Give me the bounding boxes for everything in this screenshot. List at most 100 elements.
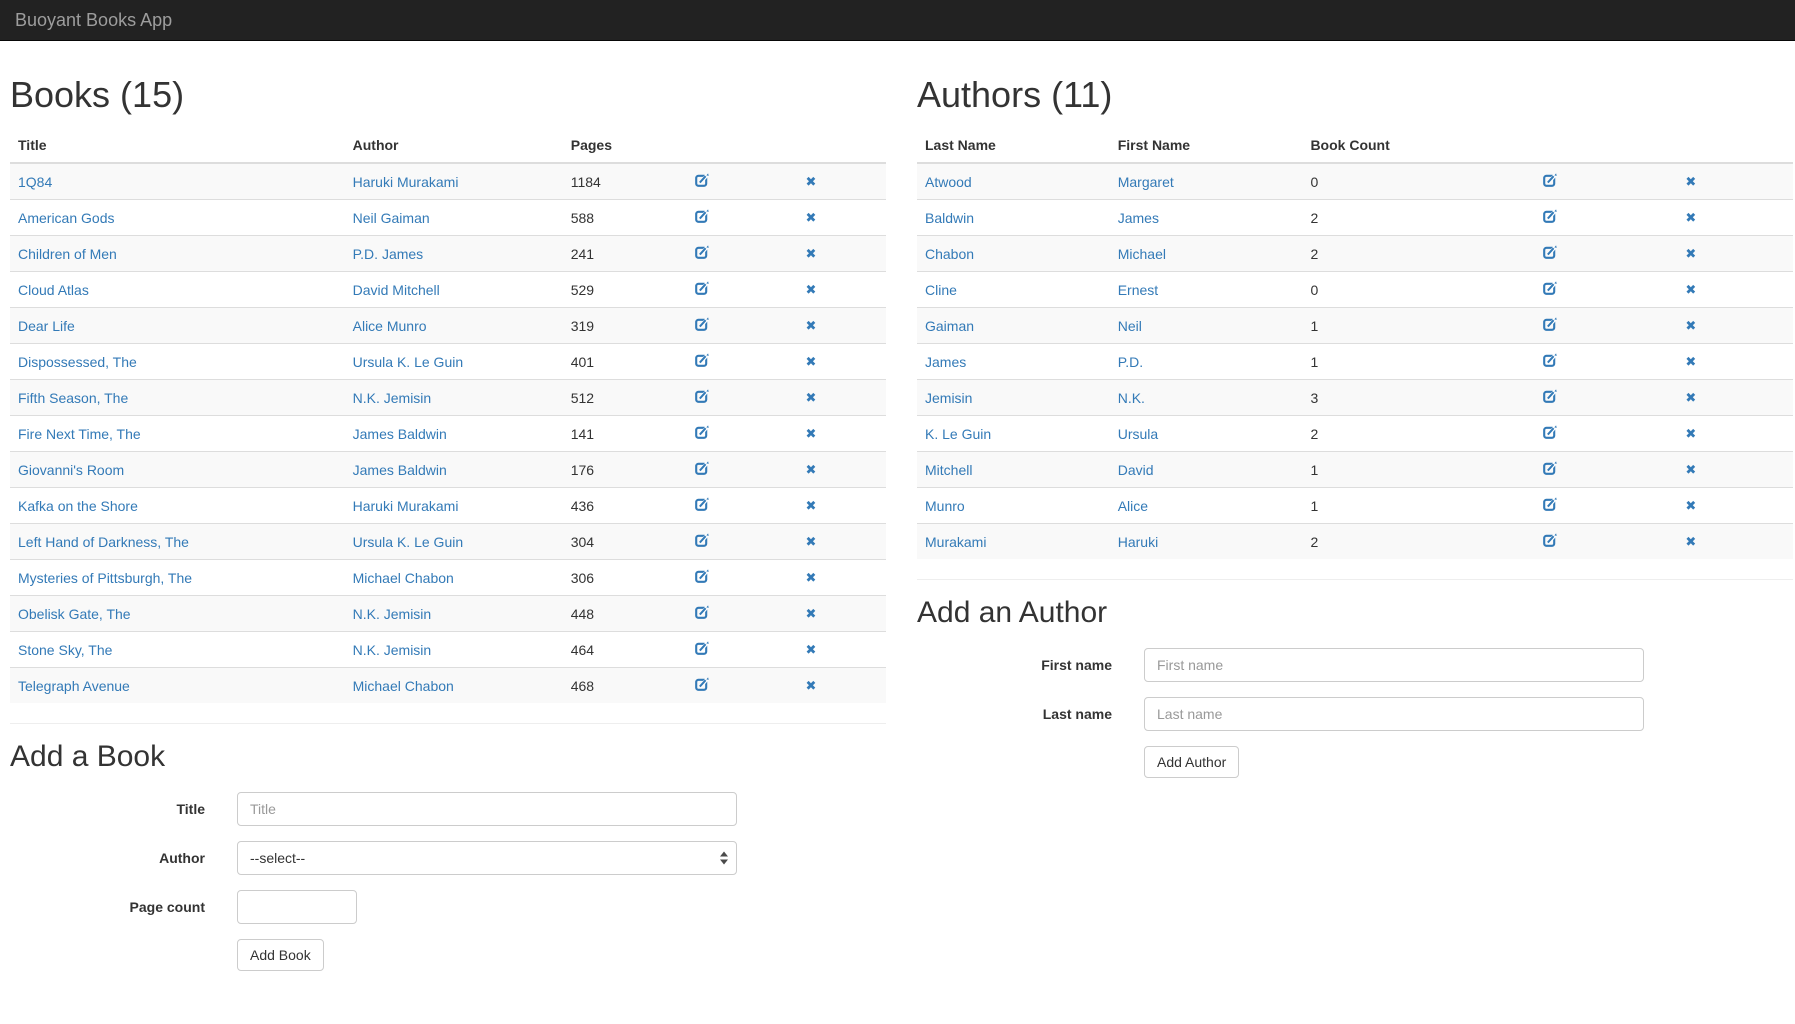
edit-book-icon[interactable] [695, 569, 709, 583]
book-title-link[interactable]: American Gods [18, 210, 114, 226]
edit-book-icon[interactable] [695, 641, 709, 655]
edit-book-icon[interactable] [695, 317, 709, 331]
edit-author-icon[interactable] [1543, 245, 1557, 259]
book-title-link[interactable]: Dear Life [18, 318, 75, 334]
edit-author-icon[interactable] [1543, 533, 1557, 547]
book-author-link[interactable]: Neil Gaiman [353, 210, 430, 226]
author-lastname-link[interactable]: Jemisin [925, 390, 972, 406]
author-firstname-link[interactable]: Margaret [1118, 174, 1174, 190]
delete-author-icon[interactable]: ✖ [1685, 247, 1696, 262]
author-firstname-link[interactable]: N.K. [1118, 390, 1145, 406]
delete-book-icon[interactable]: ✖ [806, 463, 817, 478]
edit-book-icon[interactable] [695, 461, 709, 475]
edit-book-icon[interactable] [695, 677, 709, 691]
author-lastname-input[interactable] [1144, 697, 1644, 731]
app-brand[interactable]: Buoyant Books App [0, 0, 187, 41]
edit-book-icon[interactable] [695, 389, 709, 403]
author-lastname-link[interactable]: Murakami [925, 534, 986, 550]
edit-book-icon[interactable] [695, 245, 709, 259]
author-firstname-link[interactable]: Michael [1118, 246, 1166, 262]
book-title-link[interactable]: Obelisk Gate, The [18, 606, 131, 622]
book-title-link[interactable]: Cloud Atlas [18, 282, 89, 298]
author-firstname-link[interactable]: Ursula [1118, 426, 1158, 442]
delete-book-icon[interactable]: ✖ [806, 571, 817, 586]
edit-book-icon[interactable] [695, 353, 709, 367]
author-lastname-link[interactable]: Chabon [925, 246, 974, 262]
book-author-link[interactable]: Michael Chabon [353, 678, 454, 694]
delete-author-icon[interactable]: ✖ [1685, 283, 1696, 298]
book-author-link[interactable]: Michael Chabon [353, 570, 454, 586]
book-author-link[interactable]: N.K. Jemisin [353, 390, 432, 406]
book-author-link[interactable]: N.K. Jemisin [353, 606, 432, 622]
author-lastname-link[interactable]: Atwood [925, 174, 972, 190]
book-title-link[interactable]: Children of Men [18, 246, 117, 262]
book-author-link[interactable]: Haruki Murakami [353, 174, 459, 190]
author-firstname-input[interactable] [1144, 648, 1644, 682]
delete-book-icon[interactable]: ✖ [806, 499, 817, 514]
delete-book-icon[interactable]: ✖ [806, 175, 817, 190]
delete-book-icon[interactable]: ✖ [806, 643, 817, 658]
book-title-link[interactable]: Stone Sky, The [18, 642, 112, 658]
delete-author-icon[interactable]: ✖ [1685, 355, 1696, 370]
edit-book-icon[interactable] [695, 281, 709, 295]
author-firstname-link[interactable]: Haruki [1118, 534, 1158, 550]
delete-book-icon[interactable]: ✖ [806, 391, 817, 406]
book-author-link[interactable]: N.K. Jemisin [353, 642, 432, 658]
delete-book-icon[interactable]: ✖ [806, 427, 817, 442]
delete-book-icon[interactable]: ✖ [806, 355, 817, 370]
book-title-link[interactable]: 1Q84 [18, 174, 52, 190]
book-author-link[interactable]: James Baldwin [353, 426, 447, 442]
author-firstname-link[interactable]: Ernest [1118, 282, 1158, 298]
book-author-link[interactable]: James Baldwin [353, 462, 447, 478]
delete-author-icon[interactable]: ✖ [1685, 499, 1696, 514]
book-title-link[interactable]: Giovanni's Room [18, 462, 124, 478]
book-author-link[interactable]: P.D. James [353, 246, 424, 262]
delete-book-icon[interactable]: ✖ [806, 607, 817, 622]
book-author-link[interactable]: Ursula K. Le Guin [353, 534, 464, 550]
author-firstname-link[interactable]: Alice [1118, 498, 1148, 514]
author-lastname-link[interactable]: K. Le Guin [925, 426, 991, 442]
author-firstname-link[interactable]: David [1118, 462, 1154, 478]
edit-book-icon[interactable] [695, 497, 709, 511]
author-firstname-link[interactable]: P.D. [1118, 354, 1143, 370]
delete-author-icon[interactable]: ✖ [1685, 319, 1696, 334]
author-lastname-link[interactable]: Gaiman [925, 318, 974, 334]
edit-author-icon[interactable] [1543, 209, 1557, 223]
author-firstname-link[interactable]: James [1118, 210, 1159, 226]
delete-author-icon[interactable]: ✖ [1685, 427, 1696, 442]
book-author-link[interactable]: Ursula K. Le Guin [353, 354, 464, 370]
author-firstname-link[interactable]: Neil [1118, 318, 1142, 334]
add-book-button[interactable]: Add Book [237, 939, 324, 971]
book-title-link[interactable]: Dispossessed, The [18, 354, 137, 370]
delete-author-icon[interactable]: ✖ [1685, 211, 1696, 226]
delete-book-icon[interactable]: ✖ [806, 211, 817, 226]
delete-book-icon[interactable]: ✖ [806, 679, 817, 694]
delete-author-icon[interactable]: ✖ [1685, 535, 1696, 550]
edit-book-icon[interactable] [695, 533, 709, 547]
author-lastname-link[interactable]: Mitchell [925, 462, 972, 478]
edit-author-icon[interactable] [1543, 173, 1557, 187]
edit-author-icon[interactable] [1543, 281, 1557, 295]
book-title-input[interactable] [237, 792, 737, 826]
delete-book-icon[interactable]: ✖ [806, 247, 817, 262]
author-lastname-link[interactable]: James [925, 354, 966, 370]
book-title-link[interactable]: Telegraph Avenue [18, 678, 130, 694]
book-pagecount-input[interactable] [237, 890, 357, 924]
delete-author-icon[interactable]: ✖ [1685, 463, 1696, 478]
book-title-link[interactable]: Kafka on the Shore [18, 498, 138, 514]
edit-book-icon[interactable] [695, 605, 709, 619]
book-title-link[interactable]: Left Hand of Darkness, The [18, 534, 189, 550]
delete-book-icon[interactable]: ✖ [806, 283, 817, 298]
delete-book-icon[interactable]: ✖ [806, 535, 817, 550]
book-author-link[interactable]: Alice Munro [353, 318, 427, 334]
edit-author-icon[interactable] [1543, 461, 1557, 475]
book-title-link[interactable]: Fire Next Time, The [18, 426, 141, 442]
edit-book-icon[interactable] [695, 425, 709, 439]
add-author-button[interactable]: Add Author [1144, 746, 1239, 778]
author-lastname-link[interactable]: Munro [925, 498, 965, 514]
book-author-link[interactable]: Haruki Murakami [353, 498, 459, 514]
book-title-link[interactable]: Mysteries of Pittsburgh, The [18, 570, 192, 586]
book-author-link[interactable]: David Mitchell [353, 282, 440, 298]
delete-book-icon[interactable]: ✖ [806, 319, 817, 334]
delete-author-icon[interactable]: ✖ [1685, 391, 1696, 406]
